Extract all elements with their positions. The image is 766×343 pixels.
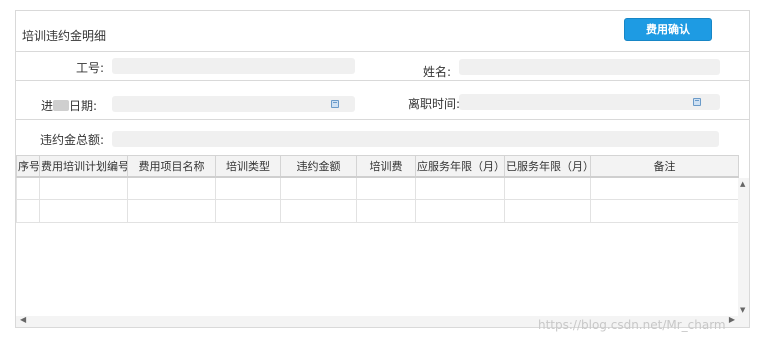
table-row[interactable] (16, 176, 739, 200)
panel-title: 培训违约金明细 (22, 29, 107, 43)
leave-date-field[interactable] (459, 94, 720, 110)
column-header[interactable]: 费用项目名称 (127, 155, 216, 178)
table-cell[interactable] (415, 199, 505, 223)
table-cell[interactable] (280, 199, 357, 223)
table-cell[interactable] (16, 199, 40, 223)
entry-date-label: 进日期: (41, 99, 98, 113)
table-cell[interactable] (127, 199, 216, 223)
leave-date-label: 离职时间: (408, 97, 461, 111)
column-header[interactable]: 已服务年限（月） (504, 155, 591, 178)
table-header-row: 序号 费用培训计划编号 费用项目名称 培训类型 违约金额 培训费 应服务年限（月… (16, 155, 739, 178)
form-row-dates: 进日期: 离职时间: (16, 81, 749, 120)
panel-header: 培训违约金明细 费用确认 (16, 11, 749, 52)
form-row-total: 违约金总额: (16, 120, 749, 155)
penalty-detail-panel: 培训违约金明细 费用确认 工号: 姓名: 进日期: 离职时间: 违约金总额: 序… (15, 10, 750, 328)
table-cell[interactable] (39, 199, 128, 223)
calendar-icon[interactable] (331, 100, 339, 108)
table-cell[interactable] (280, 176, 357, 200)
table-cell[interactable] (415, 176, 505, 200)
column-header[interactable]: 序号 (16, 155, 40, 178)
total-penalty-field[interactable] (112, 131, 719, 147)
table-cell[interactable] (215, 199, 281, 223)
name-field[interactable] (459, 59, 720, 75)
table-cell[interactable] (356, 199, 416, 223)
table-cell[interactable] (590, 176, 739, 200)
table-row[interactable] (16, 199, 739, 223)
entry-date-field[interactable] (112, 96, 355, 112)
table-cell[interactable] (504, 176, 591, 200)
scroll-right-arrow-icon[interactable]: ▶ (729, 315, 735, 324)
column-header[interactable]: 应服务年限（月） (415, 155, 505, 178)
form-row-id-name: 工号: 姓名: (16, 52, 749, 81)
table-cell[interactable] (16, 176, 40, 200)
name-label: 姓名: (423, 65, 452, 79)
total-penalty-label: 违约金总额: (40, 133, 105, 147)
calendar-icon[interactable] (693, 98, 701, 106)
table-cell[interactable] (356, 176, 416, 200)
scroll-up-arrow-icon[interactable]: ▲ (740, 180, 745, 188)
column-header[interactable]: 违约金额 (280, 155, 357, 178)
watermark-text: https://blog.csdn.net/Mr_charm (538, 318, 726, 332)
column-header[interactable]: 培训类型 (215, 155, 281, 178)
scroll-down-arrow-icon[interactable]: ▼ (740, 306, 745, 314)
fee-confirm-button[interactable]: 费用确认 (624, 18, 712, 41)
table-cell[interactable] (39, 176, 128, 200)
employee-id-field[interactable] (112, 58, 355, 74)
table-cell[interactable] (215, 176, 281, 200)
column-header[interactable]: 费用培训计划编号 (39, 155, 128, 178)
scroll-left-arrow-icon[interactable]: ◀ (20, 315, 26, 324)
table-cell[interactable] (127, 176, 216, 200)
column-header[interactable]: 培训费 (356, 155, 416, 178)
penalty-table: 序号 费用培训计划编号 费用项目名称 培训类型 违约金额 培训费 应服务年限（月… (16, 155, 739, 223)
employee-id-label: 工号: (76, 61, 105, 75)
column-header[interactable]: 备注 (590, 155, 739, 178)
table-cell[interactable] (504, 199, 591, 223)
table-cell[interactable] (590, 199, 739, 223)
vertical-scrollbar[interactable]: ▲ ▼ (738, 178, 749, 318)
redacted-mark (53, 100, 70, 111)
